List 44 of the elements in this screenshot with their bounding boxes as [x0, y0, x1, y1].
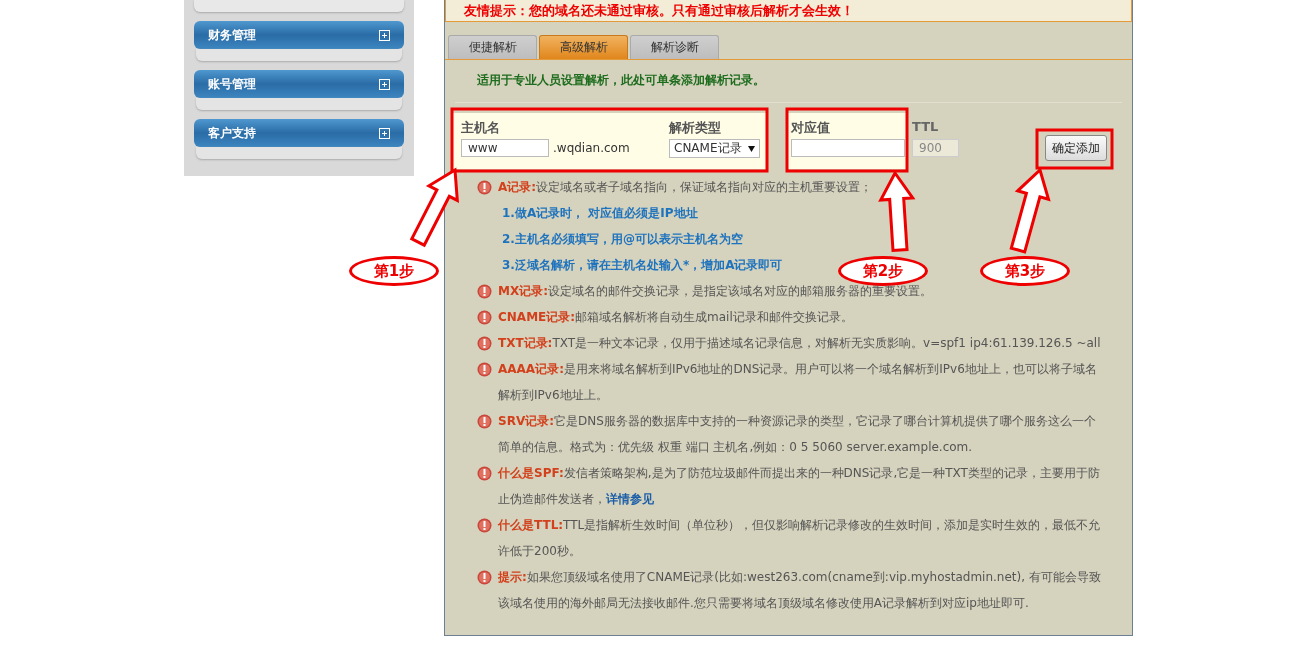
type-select[interactable]: CNAME记录	[669, 139, 760, 158]
warning-icon	[477, 518, 492, 533]
tip-text: 1.做A记录时， 对应值必须是IP地址	[502, 205, 698, 222]
warning-icon	[477, 336, 492, 351]
note-text: A记录:设定域名或者子域名指向，保证域名指向对应的主机重要设置；	[498, 179, 873, 196]
field-label: 解析类型	[669, 119, 722, 135]
host-input[interactable]: www	[461, 139, 549, 157]
value-input[interactable]	[791, 139, 905, 157]
menu-header[interactable]: 账号管理	[194, 70, 404, 98]
field-label: 主机名	[461, 119, 501, 135]
field-label: 对应值	[791, 119, 831, 135]
tab[interactable]: 解析诊断	[630, 35, 719, 59]
note-text: CNAME记录:邮箱域名解析将自动生成mail记录和邮件交换记录。	[498, 309, 853, 326]
notice-text: 友情提示：您的域名还未通过审核。只有通过审核后解析才会生效！	[445, 0, 1132, 22]
note-text: 什么是TTL:TTL是指解析生效时间（单位秒），但仅影响解析记录修改的生效时间，添加是实时生效的，最低不允许低于200秒。	[498, 517, 1102, 560]
note-text: 什么是SPF:发信者策略架构,是为了防范垃圾邮件而提出来的一种DNS记录,它是一种TXT类型的记录，主要用于防止伪造邮件发送者，详情参见	[498, 465, 1101, 508]
add-button[interactable]: 确定添加	[1045, 135, 1107, 161]
note-text: TXT记录:TXT是一种文本记录，仅用于描述域名记录信息，对解析无实质影响。v=spf1 ip4:61.139.126.5 ~all	[498, 335, 1101, 352]
tip-text: 2.主机名必须填写，用@可以表示主机名为空	[502, 231, 743, 248]
warning-icon	[477, 414, 492, 429]
tip-text: 3.泛域名解析，请在主机名处输入*，增加A记录即可	[502, 257, 783, 274]
tab[interactable]: 高级解析	[539, 35, 628, 59]
note-text: 提示:如果您顶级域名使用了CNAME记录(比如:west263.com(cname到:vip.myhostadmin.net), 有可能会导致该域名使用的海外邮局无法接收邮件.您只需要将域名顶级域名修改使用A记录解析到对应ip地址即可.	[498, 569, 1102, 612]
menu-header[interactable]: 财务管理	[194, 21, 404, 49]
details-link[interactable]: 详情参见	[606, 492, 654, 506]
caret-icon	[748, 145, 755, 152]
warning-icon	[477, 180, 492, 195]
field-label: TTL	[912, 119, 940, 135]
note-text: AAAA记录:是用来将域名解析到IPv6地址的DNS记录。用户可以将一个域名解析到IPv6地址上，也可以将子域名解析到IPv6地址上。	[498, 361, 1098, 404]
expand-icon[interactable]	[379, 78, 390, 90]
note-text: SRV记录:它是DNS服务器的数据库中支持的一种资源记录的类型，它记录了哪台计算机提供了哪个服务这么一个简单的信息。格式为：优先级 权重 端口 主机名,例如：0 5 5060 server.example.com.	[498, 413, 1097, 456]
warning-icon	[477, 362, 492, 377]
domain-suffix: .wqdian.com	[553, 141, 630, 155]
step-label: 第1步	[349, 256, 439, 286]
expand-icon[interactable]	[379, 29, 390, 41]
expand-icon[interactable]	[379, 127, 390, 139]
tab[interactable]: 便捷解析	[448, 35, 537, 59]
warning-icon	[477, 284, 492, 299]
menu-header[interactable]: 客户支持	[194, 119, 404, 147]
warning-icon	[477, 466, 492, 481]
note-text: MX记录:设定域名的邮件交换记录，是指定该域名对应的邮箱服务器的重要设置。	[498, 283, 932, 300]
warning-icon	[477, 310, 492, 325]
warning-icon	[477, 570, 492, 585]
hint-text: 适用于专业人员设置解析，此处可单条添加解析记录。	[477, 72, 766, 89]
